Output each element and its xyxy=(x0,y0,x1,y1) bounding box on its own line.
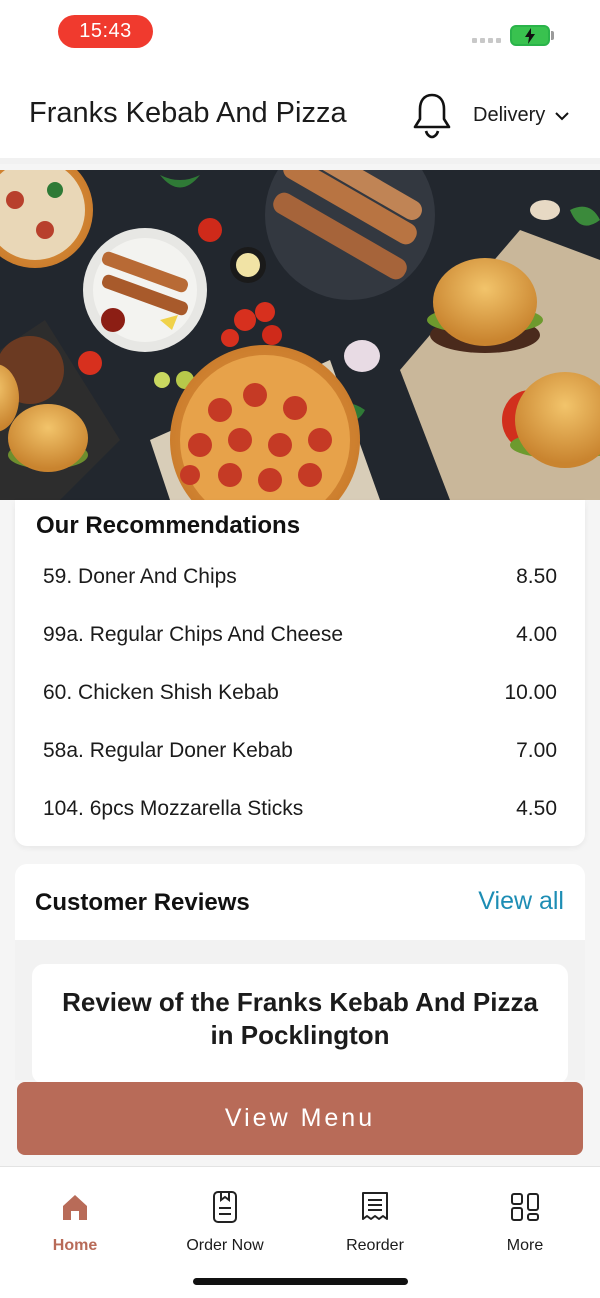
review-card[interactable]: Review of the Franks Kebab And Pizza in … xyxy=(32,964,568,1084)
nav-reorder[interactable]: Reorder xyxy=(320,1189,430,1255)
receipt-icon xyxy=(320,1189,430,1225)
nav-home-label: Home xyxy=(52,1237,98,1254)
delivery-mode-label: Delivery xyxy=(473,104,546,126)
nav-order-now-label: Order Now xyxy=(186,1237,264,1254)
app-header: Franks Kebab And Pizza Delivery xyxy=(0,64,600,164)
recommendation-name: 59. Doner And Chips xyxy=(43,565,237,588)
grid-icon xyxy=(470,1189,580,1225)
customer-reviews-header: Customer Reviews View all xyxy=(15,864,585,940)
battery-tip xyxy=(551,31,554,40)
recommendation-price: 4.00 xyxy=(516,623,557,646)
recommendation-item[interactable]: 58a. Regular Doner Kebab 7.00 xyxy=(15,722,585,780)
recommendations-title: Our Recommendations xyxy=(36,512,301,539)
recommendations-card: Our Recommendations 59. Doner And Chips … xyxy=(15,500,585,846)
view-menu-button[interactable]: View Menu xyxy=(17,1082,583,1155)
recommendation-name: 58a. Regular Doner Kebab xyxy=(43,739,293,762)
recommendation-price: 4.50 xyxy=(516,797,557,820)
status-bar: 15:43 xyxy=(0,0,600,64)
recommendation-name: 60. Chicken Shish Kebab xyxy=(43,681,279,704)
nav-more[interactable]: More xyxy=(470,1189,580,1255)
hero-food-image xyxy=(0,170,600,500)
home-icon xyxy=(20,1189,130,1225)
nav-more-label: More xyxy=(506,1237,544,1254)
nav-home[interactable]: Home xyxy=(20,1189,130,1255)
recommendation-price: 8.50 xyxy=(516,565,557,588)
recommendation-item[interactable]: 59. Doner And Chips 8.50 xyxy=(15,548,585,606)
restaurant-title: Franks Kebab And Pizza xyxy=(29,97,347,129)
recommendation-price: 7.00 xyxy=(516,739,557,762)
recommendation-price: 10.00 xyxy=(504,681,557,704)
nav-order-now[interactable]: Order Now xyxy=(170,1189,280,1255)
reviews-body: Review of the Franks Kebab And Pizza in … xyxy=(15,940,585,1084)
view-all-reviews-link[interactable]: View all xyxy=(478,887,564,916)
customer-reviews-title: Customer Reviews xyxy=(35,889,250,916)
battery-icon xyxy=(510,25,550,46)
recommendation-name: 99a. Regular Chips And Cheese xyxy=(43,623,344,646)
recommendation-item[interactable]: 104. 6pcs Mozzarella Sticks 4.50 xyxy=(15,780,585,838)
order-now-icon xyxy=(170,1189,280,1225)
recommendation-item[interactable]: 60. Chicken Shish Kebab 10.00 xyxy=(15,664,585,722)
signal-icon xyxy=(472,38,501,43)
nav-reorder-label: Reorder xyxy=(346,1237,404,1254)
recommendations-list: 59. Doner And Chips 8.50 99a. Regular Ch… xyxy=(15,548,585,838)
status-time: 15:43 xyxy=(58,15,153,48)
bell-icon[interactable] xyxy=(412,91,452,144)
recommendation-name: 104. 6pcs Mozzarella Sticks xyxy=(43,797,304,820)
delivery-mode-selector[interactable]: Delivery xyxy=(473,104,569,127)
recommendation-item[interactable]: 99a. Regular Chips And Cheese 4.00 xyxy=(15,606,585,664)
review-heading: Review of the Franks Kebab And Pizza in … xyxy=(62,987,538,1050)
chevron-down-icon xyxy=(555,111,569,120)
home-indicator[interactable] xyxy=(193,1278,408,1285)
